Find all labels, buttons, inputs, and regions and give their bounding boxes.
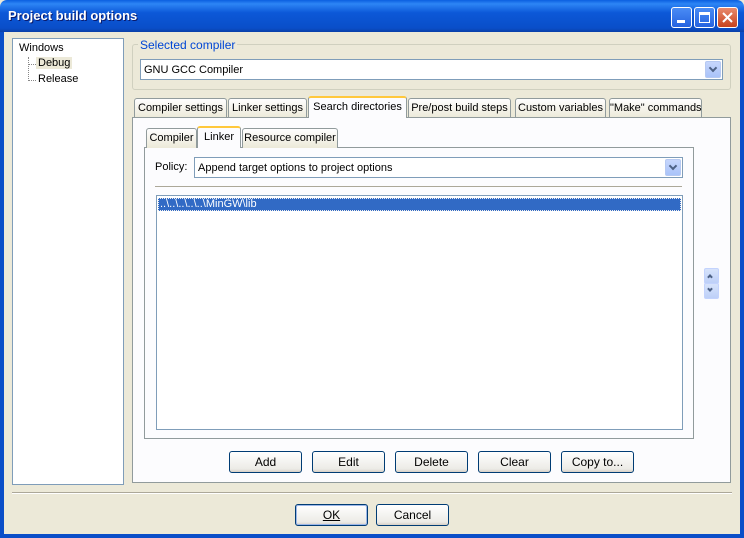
delete-button[interactable]: Delete (395, 451, 468, 473)
tree-connector (28, 80, 36, 81)
selected-compiler-label: Selected compiler (138, 38, 238, 52)
tab-pre-post-build-steps[interactable]: Pre/post build steps (408, 98, 511, 118)
tree-item-release[interactable]: Release (38, 73, 78, 85)
copy-to-button[interactable]: Copy to... (561, 451, 634, 473)
subtab-compiler[interactable]: Compiler (146, 128, 197, 148)
move-down-button[interactable] (704, 283, 719, 299)
edit-button[interactable]: Edit (312, 451, 385, 473)
policy-dropdown-button[interactable] (665, 159, 681, 176)
maximize-icon (699, 12, 710, 23)
chevron-up-icon (707, 274, 713, 280)
list-item[interactable]: ..\..\..\..\..\MinGW\lib (158, 198, 681, 211)
minimize-button[interactable] (671, 7, 692, 28)
tab-compiler-settings[interactable]: Compiler settings (134, 98, 227, 118)
tree-item-root[interactable]: Windows (19, 42, 64, 54)
tree-connector (28, 64, 36, 65)
compiler-dropdown-button[interactable] (705, 61, 721, 78)
ok-button[interactable]: OK (295, 504, 368, 526)
ok-button-label: OK (322, 508, 341, 522)
compiler-select[interactable]: GNU GCC Compiler (140, 59, 723, 80)
policy-label: Policy: (155, 161, 188, 173)
maximize-button[interactable] (694, 7, 715, 28)
window-title: Project build options (8, 8, 138, 23)
directories-list[interactable] (156, 195, 683, 430)
tree-connector (28, 57, 29, 81)
window-frame-left (0, 32, 4, 538)
clear-button[interactable]: Clear (478, 451, 551, 473)
window-frame-bottom (0, 534, 744, 538)
tree-item-debug[interactable]: Debug (36, 57, 73, 69)
compiler-select-value: GNU GCC Compiler (144, 64, 244, 76)
subtab-resource-compiler[interactable]: Resource compiler (242, 128, 338, 148)
window-frame-right (740, 32, 744, 538)
subtab-linker[interactable]: Linker (197, 126, 241, 148)
tab-search-directories[interactable]: Search directories (308, 96, 407, 118)
tab-make-commands[interactable]: "Make" commands (609, 98, 702, 118)
policy-select[interactable]: Append target options to project options (194, 157, 683, 178)
target-tree[interactable]: Windows Debug Release (12, 38, 124, 485)
cancel-button[interactable]: Cancel (376, 504, 449, 526)
dialog-separator (12, 492, 732, 494)
close-button[interactable] (717, 7, 738, 28)
add-button[interactable]: Add (229, 451, 302, 473)
close-icon (722, 12, 733, 23)
tab-custom-variables[interactable]: Custom variables (515, 98, 606, 118)
move-up-button[interactable] (704, 268, 719, 284)
policy-separator (155, 186, 682, 187)
cancel-button-label: Cancel (393, 508, 432, 522)
policy-select-value: Append target options to project options (198, 162, 393, 174)
chevron-down-icon (708, 63, 718, 73)
chevron-down-icon (707, 286, 713, 292)
minimize-icon (677, 20, 685, 23)
chevron-down-icon (668, 161, 678, 171)
tab-linker-settings[interactable]: Linker settings (228, 98, 307, 118)
